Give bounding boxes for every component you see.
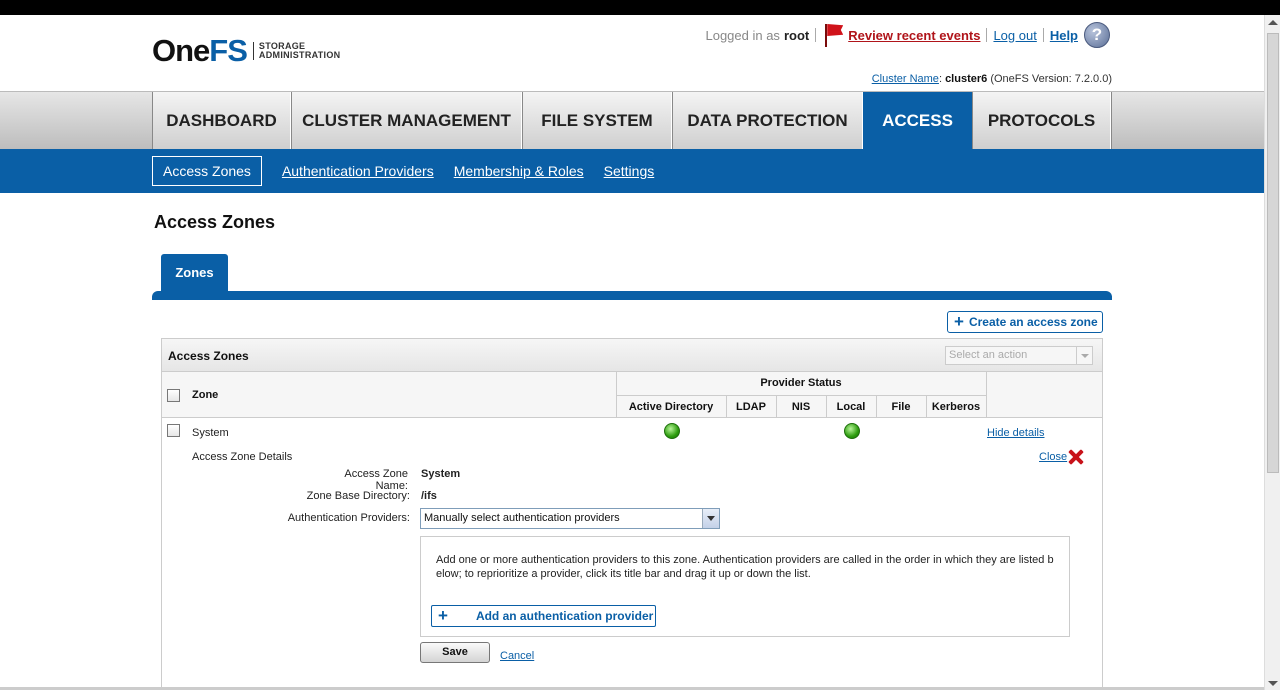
zone-name-value: System: [421, 468, 461, 480]
create-access-zone-button[interactable]: + Create an access zone: [947, 311, 1103, 333]
row-checkbox[interactable]: [167, 424, 180, 437]
separator: [815, 28, 817, 42]
flag-icon[interactable]: [822, 23, 844, 47]
base-dir-label: Zone Base Directory:: [306, 490, 410, 502]
help-icon[interactable]: ?: [1084, 22, 1110, 48]
panel-title: Access Zones: [168, 349, 249, 363]
main-nav: DASHBOARD CLUSTER MANAGEMENT FILE SYSTEM…: [0, 91, 1264, 149]
add-provider-button[interactable]: + Add an authentication provider: [431, 605, 656, 627]
close-link[interactable]: Close: [1039, 451, 1067, 463]
status-green-icon: [664, 423, 680, 439]
column-provider-status: Provider Status: [760, 377, 842, 389]
logout-link[interactable]: Log out: [993, 28, 1036, 43]
separator: [1042, 28, 1044, 42]
version-text: (OneFS Version: 7.2.0.0): [990, 73, 1112, 85]
zone-name-cell: System: [192, 427, 229, 439]
select-all-checkbox[interactable]: [167, 389, 180, 402]
vertical-scrollbar[interactable]: [1264, 15, 1280, 690]
action-select[interactable]: Select an action: [945, 346, 1093, 365]
tab-access[interactable]: ACCESS: [863, 92, 972, 149]
hide-details-link[interactable]: Hide details: [987, 427, 1044, 439]
details-title: Access Zone Details: [192, 451, 293, 463]
plus-icon: +: [438, 606, 448, 625]
tab-data-protection[interactable]: DATA PROTECTION: [672, 92, 863, 149]
plus-icon: +: [954, 312, 964, 331]
username: root: [783, 27, 810, 43]
column-local: Local: [836, 401, 866, 413]
subnav-settings[interactable]: Settings: [604, 163, 655, 179]
column-zone: Zone: [192, 389, 219, 401]
tab-zones[interactable]: Zones: [161, 254, 228, 292]
column-active-directory: Active Directory: [628, 401, 714, 413]
tab-cluster-management[interactable]: CLUSTER MANAGEMENT: [291, 92, 522, 149]
dropdown-arrow-icon: [1076, 347, 1092, 364]
window-top-bar: [0, 0, 1280, 15]
status-green-icon: [844, 423, 860, 439]
scroll-up-icon[interactable]: [1268, 20, 1278, 25]
onefs-logo: OneFS STORAGE ADMINISTRATION: [152, 33, 341, 68]
tab-protocols[interactable]: PROTOCOLS: [972, 92, 1111, 149]
subnav-access-zones[interactable]: Access Zones: [152, 156, 262, 186]
help-link[interactable]: Help: [1050, 28, 1078, 43]
scroll-thumb[interactable]: [1267, 33, 1279, 473]
column-ldap: LDAP: [736, 401, 766, 413]
review-events-link[interactable]: Review recent events: [848, 28, 980, 43]
provider-help-text: Add one or more authentication providers…: [436, 554, 1054, 580]
subnav-authentication-providers[interactable]: Authentication Providers: [282, 163, 434, 179]
table-header: Zone Provider Status Active Directory LD…: [162, 372, 1102, 418]
base-dir-value: /ifs: [421, 490, 437, 502]
tab-dashboard[interactable]: DASHBOARD: [152, 92, 291, 149]
dropdown-arrow-icon: [702, 509, 719, 528]
logged-in-label: Logged in as: [705, 27, 780, 43]
separator: [986, 28, 988, 42]
zone-name-label: Access Zone Name:: [344, 468, 408, 492]
scroll-down-icon[interactable]: [1268, 681, 1278, 686]
save-button[interactable]: Save: [420, 642, 490, 663]
column-file: File: [891, 401, 911, 413]
cluster-info: Cluster Name: cluster6 (OneFS Version: 7…: [871, 73, 1112, 85]
access-zones-panel: Access Zones Select an action Zone Provi…: [161, 338, 1103, 690]
cluster-name-link[interactable]: Cluster Name: [872, 73, 939, 85]
tab-underline: [152, 291, 1112, 300]
provider-list-box: Add one or more authentication providers…: [420, 536, 1070, 637]
close-icon[interactable]: [1068, 449, 1084, 465]
auth-providers-label: Authentication Providers:: [287, 512, 410, 524]
cluster-name: cluster6: [945, 73, 988, 85]
column-nis: NIS: [791, 401, 811, 413]
cancel-link[interactable]: Cancel: [500, 650, 534, 662]
tab-file-system[interactable]: FILE SYSTEM: [522, 92, 672, 149]
column-kerberos: Kerberos: [931, 401, 981, 413]
subnav-membership-roles[interactable]: Membership & Roles: [454, 163, 584, 179]
auth-providers-select[interactable]: Manually select authentication providers: [420, 508, 720, 529]
sub-nav: Access Zones Authentication Providers Me…: [0, 149, 1264, 193]
page-title: Access Zones: [154, 212, 276, 232]
user-bar: Logged in as root Review recent events L…: [705, 22, 1110, 48]
